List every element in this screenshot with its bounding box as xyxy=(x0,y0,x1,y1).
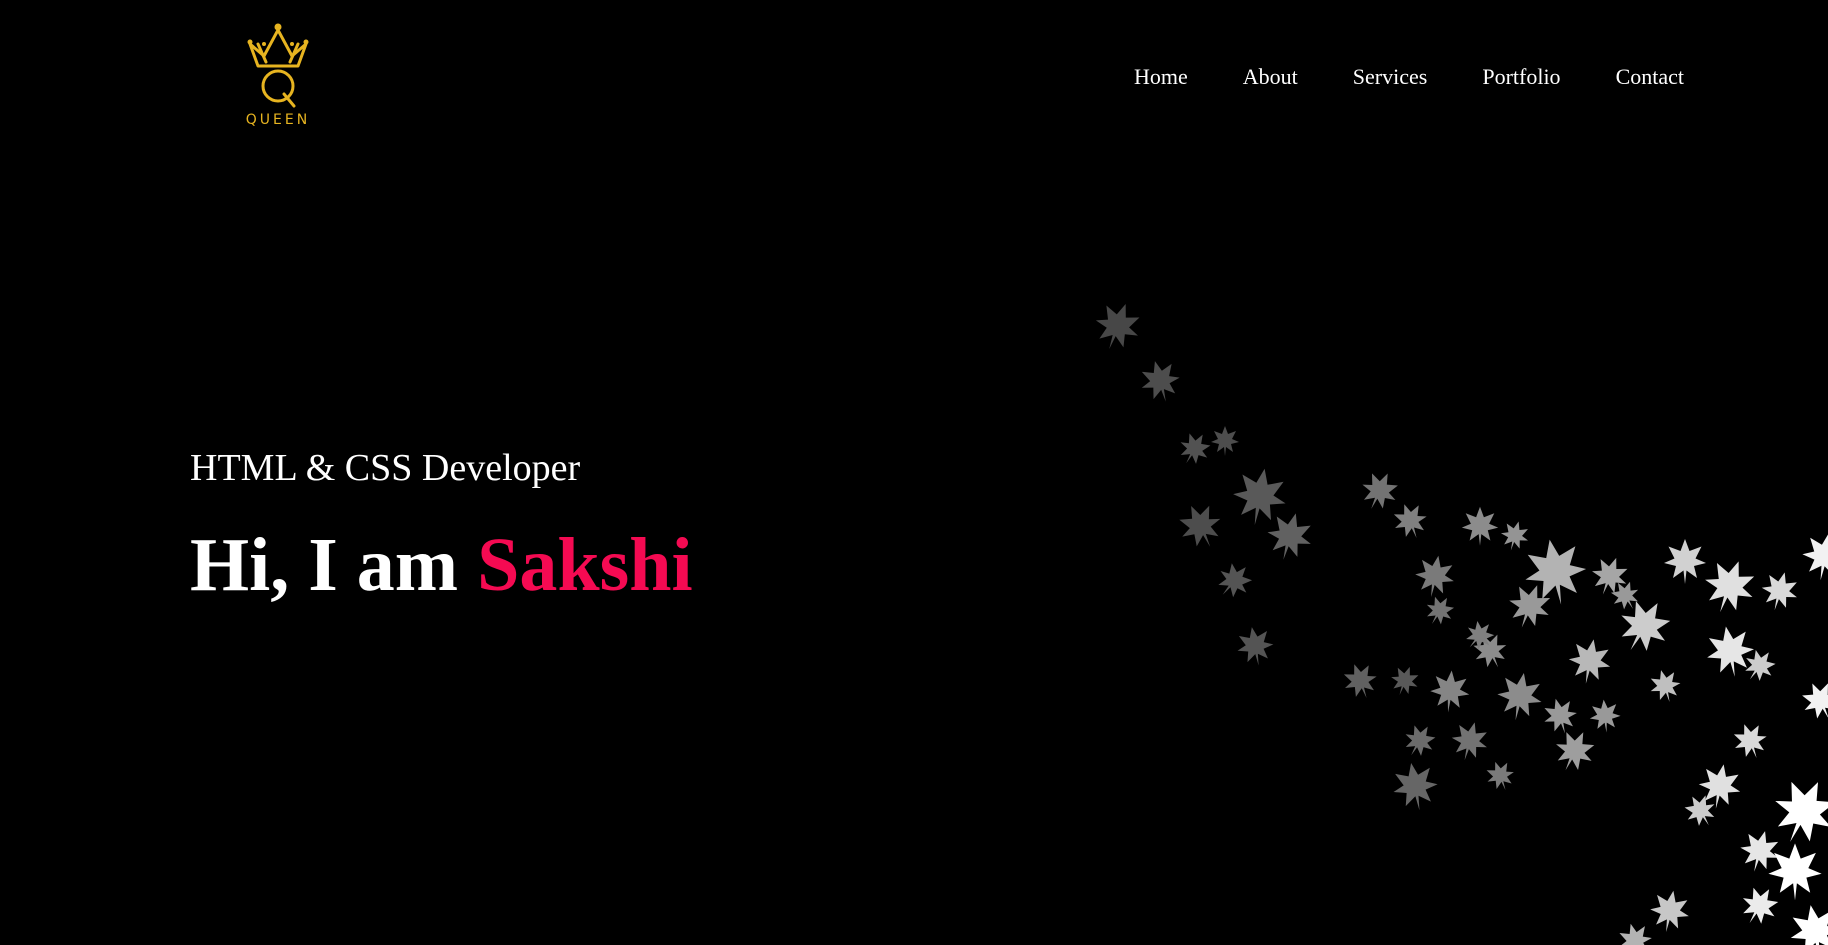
leaf-shape xyxy=(1088,296,1147,357)
hero-title: Hi, I am Sakshi xyxy=(190,520,693,610)
leaf-shape xyxy=(1233,623,1277,669)
leaf-shape xyxy=(1785,900,1828,945)
leaf-shape xyxy=(1493,669,1546,725)
leaf-shape xyxy=(1172,497,1230,556)
leaf-shape xyxy=(1795,675,1828,727)
nav-portfolio-link[interactable]: Portfolio xyxy=(1482,62,1560,92)
leaf-shape xyxy=(1209,556,1259,606)
leaf-shape xyxy=(1696,552,1763,621)
leaf-shape xyxy=(1646,887,1693,936)
leaf-shape xyxy=(1338,658,1383,704)
falling-leaves-icon xyxy=(1088,296,1828,945)
nav-contact-link[interactable]: Contact xyxy=(1616,62,1684,92)
leaf-shape xyxy=(1389,759,1442,815)
leaf-shape xyxy=(1397,718,1442,763)
leaf-shape xyxy=(1798,529,1828,585)
site-header: QUEEN Home About Services Portfolio Cont… xyxy=(0,0,1828,150)
leaf-shape xyxy=(1539,694,1582,738)
leaf-shape xyxy=(1614,919,1657,945)
hero-greeting: Hi, I am xyxy=(190,523,459,607)
nav-services-link[interactable]: Services xyxy=(1353,62,1428,92)
logo-text: QUEEN xyxy=(245,112,311,128)
leaf-shape xyxy=(1646,666,1685,706)
falling-leaves-decoration xyxy=(1060,270,1828,945)
leaf-shape xyxy=(1762,769,1828,855)
hero-subtitle: HTML & CSS Developer xyxy=(190,447,581,489)
leaf-shape xyxy=(1728,718,1773,764)
leaf-shape xyxy=(1411,552,1458,601)
leaf-shape xyxy=(1447,717,1493,765)
leaf-shape xyxy=(1702,622,1759,681)
crown-q-icon xyxy=(247,23,309,108)
leaf-shape xyxy=(1588,698,1622,734)
leaf-shape xyxy=(1482,757,1519,795)
leaf-shape xyxy=(1664,539,1706,584)
leaf-shape xyxy=(1386,662,1423,700)
leaf-shape xyxy=(1228,464,1291,530)
leaf-shape xyxy=(1428,668,1472,715)
nav-home-link[interactable]: Home xyxy=(1134,62,1188,92)
leaf-shape xyxy=(1135,355,1185,407)
leaf-shape xyxy=(1461,506,1499,546)
leaf-shape xyxy=(1547,723,1602,779)
leaf-shape xyxy=(1735,825,1785,877)
hero-name: Sakshi xyxy=(477,523,693,607)
leaf-shape xyxy=(1211,426,1239,456)
leaf-shape xyxy=(1388,498,1433,544)
nav-about-link[interactable]: About xyxy=(1243,62,1298,92)
leaf-shape xyxy=(1733,880,1785,933)
leaf-shape xyxy=(1172,426,1217,471)
leaf-shape xyxy=(1354,465,1405,517)
leaf-shape xyxy=(1768,843,1822,901)
leaf-shape xyxy=(1497,517,1533,555)
leaf-shape xyxy=(1565,635,1615,688)
leaf-shape xyxy=(1757,567,1803,615)
main-nav: Home About Services Portfolio Contact xyxy=(1079,62,1684,92)
leaf-shape xyxy=(1419,590,1460,631)
logo[interactable]: QUEEN xyxy=(244,22,312,132)
